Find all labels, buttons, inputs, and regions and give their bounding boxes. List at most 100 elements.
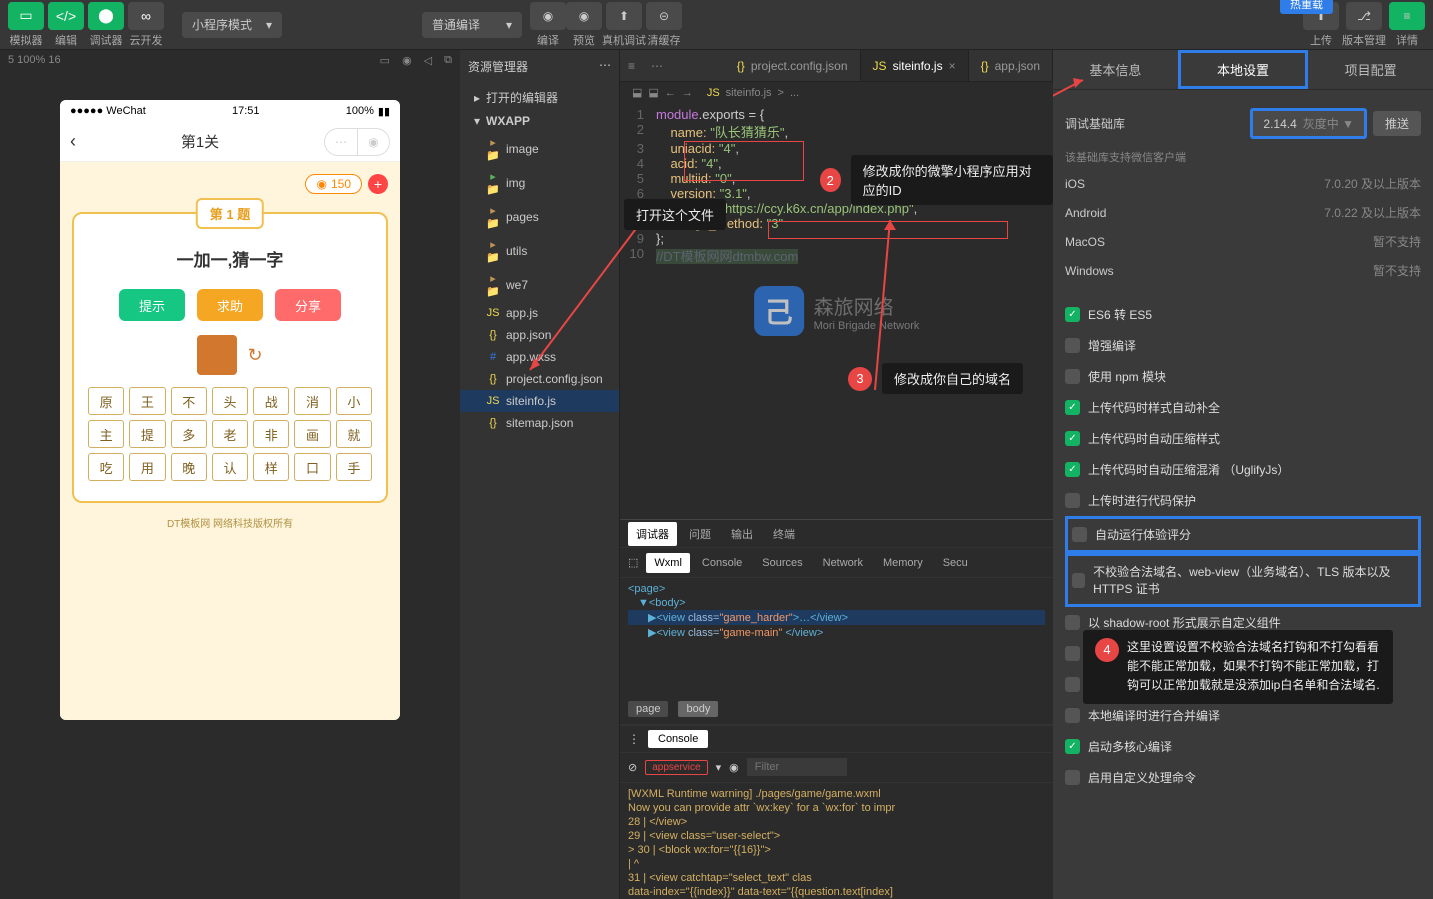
menu-icon[interactable]: ≡ (620, 59, 643, 73)
char-cell[interactable]: 提 (129, 420, 165, 448)
check-13[interactable]: ✓启动多核心编译 (1065, 731, 1421, 762)
char-cell[interactable]: 认 (212, 453, 248, 481)
check-5[interactable]: ✓上传代码时自动压缩混淆 （UglifyJs） (1065, 454, 1421, 485)
devtool-tab[interactable]: 终端 (765, 522, 803, 546)
version-selector[interactable]: 2.14.4灰度中 ▼ (1250, 108, 1367, 139)
debugger-button[interactable]: ⬤ (88, 2, 124, 30)
close-tab-icon[interactable]: × (949, 59, 956, 73)
check-8[interactable]: 不校验合法域名、web-view（业务域名）、TLS 版本以及 HTTPS 证书 (1065, 553, 1421, 607)
cut-icon[interactable]: ⧉ (444, 54, 452, 67)
check-6[interactable]: 上传时进行代码保护 (1065, 485, 1421, 516)
tree-item-we7[interactable]: ▸📁we7 (460, 268, 619, 302)
devtool-main-tab[interactable]: Wxml (646, 553, 690, 573)
char-cell[interactable]: 战 (253, 387, 289, 415)
char-cell[interactable]: 口 (294, 453, 330, 481)
char-cell[interactable]: 小 (336, 387, 372, 415)
device-icon[interactable]: ▭ (380, 54, 390, 67)
char-cell[interactable]: 样 (253, 453, 289, 481)
hint-button[interactable]: 提示 (119, 289, 185, 321)
rotate-icon[interactable]: ◉ (402, 54, 412, 67)
devtool-main-tab[interactable]: Secu (935, 553, 976, 573)
devtool-tab[interactable]: 问题 (681, 522, 719, 546)
tab-basic-info[interactable]: 基本信息 (1053, 50, 1178, 89)
check-7[interactable]: 自动运行体验评分 (1065, 516, 1421, 553)
mode-selector[interactable]: 小程序模式▾ (182, 12, 282, 38)
tree-item-app-json[interactable]: {}app.json (460, 324, 619, 346)
add-score-button[interactable]: + (368, 174, 388, 194)
tree-item-utils[interactable]: ▸📁utils (460, 234, 619, 268)
char-cell[interactable]: 吃 (88, 453, 124, 481)
check-4[interactable]: ✓上传代码时自动压缩样式 (1065, 423, 1421, 454)
char-cell[interactable]: 不 (171, 387, 207, 415)
char-cell[interactable]: 头 (212, 387, 248, 415)
push-button[interactable]: 推送 (1373, 111, 1421, 136)
clear-console-icon[interactable]: ⊘ (628, 761, 637, 774)
mute-icon[interactable]: ◁ (424, 54, 432, 67)
compile-mode-selector[interactable]: 普通编译▾ (422, 12, 522, 38)
tree-item-project-config-json[interactable]: {}project.config.json (460, 368, 619, 390)
check-2[interactable]: 使用 npm 模块 (1065, 361, 1421, 392)
refresh-icon[interactable]: ↻ (247, 345, 262, 366)
cloud-button[interactable]: ∞ (128, 2, 164, 30)
char-cell[interactable]: 多 (171, 420, 207, 448)
check-14[interactable]: 启用自定义处理命令 (1065, 762, 1421, 793)
tab-app-json[interactable]: {}app.json (969, 50, 1053, 81)
eye-icon[interactable]: ◉ (729, 761, 739, 774)
tree-item-image[interactable]: ▸📁image (460, 132, 619, 166)
inspect-icon[interactable]: ⬚ (628, 556, 638, 569)
check-3[interactable]: ✓上传代码时样式自动补全 (1065, 392, 1421, 423)
devtool-tab[interactable]: 调试器 (628, 522, 677, 546)
detail-button[interactable]: ≡ (1389, 2, 1425, 30)
check-12[interactable]: 本地编译时进行合并编译 (1065, 700, 1421, 731)
more-icon[interactable]: ⋯ (599, 58, 611, 75)
devtool-main-tab[interactable]: Console (694, 553, 750, 573)
root-folder[interactable]: ▾ WXAPP (460, 110, 619, 132)
char-cell[interactable]: 画 (294, 420, 330, 448)
editor-button[interactable]: </> (48, 2, 84, 30)
clear-cache-button[interactable]: ⊝ (646, 2, 682, 30)
char-cell[interactable]: 王 (129, 387, 165, 415)
tree-item-app-wxss[interactable]: #app.wxss (460, 346, 619, 368)
char-cell[interactable]: 消 (294, 387, 330, 415)
console-tab[interactable]: Console (648, 730, 708, 748)
help-button[interactable]: 求助 (197, 289, 263, 321)
simulator-button[interactable]: ▭ (8, 2, 44, 30)
devtool-tab[interactable]: 输出 (723, 522, 761, 546)
share-button[interactable]: 分享 (275, 289, 341, 321)
answer-slot[interactable] (197, 335, 237, 375)
check-1[interactable]: 增强编译 (1065, 330, 1421, 361)
devtool-main-tab[interactable]: Memory (875, 553, 931, 573)
open-editors-section[interactable]: ▸ 打开的编辑器 (460, 85, 619, 110)
char-cell[interactable]: 手 (336, 453, 372, 481)
appservice-context[interactable]: appservice (645, 760, 707, 775)
tab-siteinfo[interactable]: JSsiteinfo.js× (861, 50, 969, 81)
console-output[interactable]: [WXML Runtime warning] ./pages/game/game… (620, 783, 1053, 899)
tree-item-sitemap-json[interactable]: {}sitemap.json (460, 412, 619, 434)
version-button[interactable]: ⎇ (1346, 2, 1382, 30)
char-cell[interactable]: 主 (88, 420, 124, 448)
wxml-tree[interactable]: <page> ▼<body> ▶<view class="game_harder… (620, 578, 1053, 695)
devtool-main-tab[interactable]: Sources (754, 553, 810, 573)
check-0[interactable]: ✓ES6 转 ES5 (1065, 299, 1421, 330)
compile-button[interactable]: ◉ (530, 2, 566, 30)
menu-icon[interactable]: ⋯ (325, 129, 357, 155)
char-cell[interactable]: 老 (212, 420, 248, 448)
tree-item-app-js[interactable]: JSapp.js (460, 302, 619, 324)
char-cell[interactable]: 晚 (171, 453, 207, 481)
char-cell[interactable]: 就 (336, 420, 372, 448)
char-cell[interactable]: 原 (88, 387, 124, 415)
real-debug-button[interactable]: ⬆ (606, 2, 642, 30)
preview-button[interactable]: ◉ (566, 2, 602, 30)
char-cell[interactable]: 用 (129, 453, 165, 481)
tree-item-pages[interactable]: ▸📁pages (460, 200, 619, 234)
console-menu-icon[interactable]: ⋮ (628, 732, 640, 746)
devtool-main-tab[interactable]: Network (815, 553, 871, 573)
close-icon[interactable]: ◉ (357, 129, 389, 155)
code-area[interactable]: 1module.exports = { 2 name: "队长猜猜乐", 3 u… (620, 103, 1053, 519)
tree-item-siteinfo-js[interactable]: JSsiteinfo.js (460, 390, 619, 412)
tree-item-img[interactable]: ▸📁img (460, 166, 619, 200)
tab-project-config[interactable]: 项目配置 (1308, 50, 1433, 89)
char-cell[interactable]: 非 (253, 420, 289, 448)
filter-input[interactable] (747, 758, 847, 776)
tab-project-config[interactable]: {}project.config.json (725, 50, 861, 81)
